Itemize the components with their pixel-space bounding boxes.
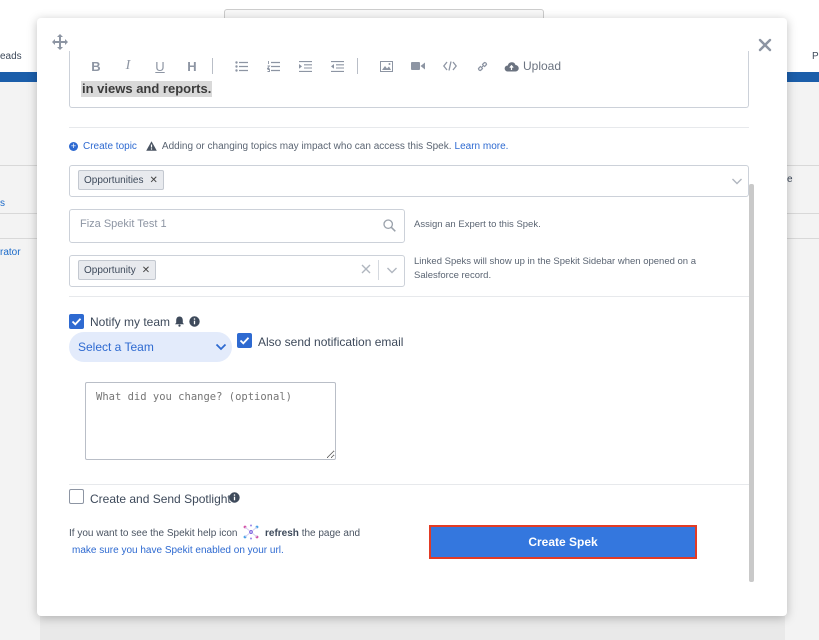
heading-button[interactable]: H: [176, 56, 208, 76]
link-icon[interactable]: [466, 56, 498, 76]
editor-toolbar: B I U H Upload: [80, 56, 561, 76]
toolbar-divider: [357, 58, 358, 74]
team-select-placeholder: Select a Team: [78, 340, 154, 354]
list-link[interactable]: rator: [0, 247, 21, 258]
nav-item-leads[interactable]: eads: [0, 51, 22, 62]
numbered-list-icon[interactable]: [257, 56, 289, 76]
chevron-down-icon: [215, 343, 227, 351]
send-email-label: Also send notification email: [258, 335, 404, 349]
code-icon[interactable]: [434, 56, 466, 76]
help-line1-post: the page and: [301, 528, 361, 539]
editor-visible-text: in views and reports.: [81, 81, 213, 97]
spek-editor-modal: B I U H Upload in views and reports. + C…: [37, 18, 787, 616]
row-divider: [0, 213, 40, 214]
upload-label: Upload: [523, 59, 562, 73]
video-icon[interactable]: [402, 56, 434, 76]
select-divider: [378, 260, 379, 280]
topic-select[interactable]: [69, 165, 749, 197]
notify-team-label: Notify my team: [90, 315, 171, 329]
spotlight-label: Create and Send Spotlight: [90, 492, 231, 506]
linked-hint: Linked Speks will show up in the Spekit …: [414, 255, 696, 283]
section-divider: [69, 484, 749, 485]
modal-scrollbar[interactable]: [749, 184, 754, 582]
image-icon[interactable]: [370, 56, 402, 76]
topic-chip-label: Opportunities: [84, 174, 144, 186]
learn-more-link[interactable]: Learn more.: [455, 141, 509, 152]
remove-linked-object-icon[interactable]: ✕: [142, 265, 150, 276]
italic-button[interactable]: I: [112, 56, 144, 76]
row-divider: [786, 165, 819, 166]
change-note-textarea[interactable]: [85, 382, 336, 460]
linked-hint-line-1: Linked Speks will show up in the Spekit …: [414, 256, 697, 267]
cloud-upload-icon: [504, 61, 519, 71]
plus-circle-icon: +: [69, 140, 78, 151]
remove-topic-icon[interactable]: ✕: [149, 175, 157, 186]
row-divider: [786, 213, 819, 214]
chevron-down-icon[interactable]: [731, 175, 743, 187]
bell-icon: [175, 316, 184, 327]
spotlight-checkbox[interactable]: [69, 489, 84, 504]
row-divider: [0, 238, 40, 239]
notify-team-checkbox[interactable]: [69, 314, 84, 329]
warning-icon: [146, 141, 157, 151]
row-divider: [786, 238, 819, 239]
bullet-list-icon[interactable]: [225, 56, 257, 76]
create-topic-link[interactable]: + Create topic: [69, 141, 137, 152]
toolbar-divider: [212, 58, 213, 74]
section-divider: [69, 127, 749, 128]
expert-input-value: Fiza Spekit Test 1: [80, 218, 167, 230]
outdent-icon[interactable]: [321, 56, 353, 76]
help-text: If you want to see the Spekit help icon …: [69, 524, 360, 559]
spekit-logo-icon: [243, 524, 259, 540]
linked-object-chip-label: Opportunity: [84, 264, 136, 276]
topic-warning-text: Adding or changing topics may impact who…: [161, 140, 452, 152]
topic-chip: Opportunities ✕: [78, 170, 164, 190]
send-email-checkbox[interactable]: [237, 333, 252, 348]
column-header: e: [787, 174, 793, 185]
indent-icon[interactable]: [289, 56, 321, 76]
linked-hint-line-2: Salesforce record.: [414, 270, 492, 281]
search-icon: [383, 219, 396, 232]
create-spek-button[interactable]: Create Spek: [429, 525, 697, 559]
nav-item-right[interactable]: P: [812, 51, 819, 62]
help-enable-link[interactable]: make sure you have Spekit enabled on you…: [69, 542, 360, 559]
upload-button[interactable]: Upload: [498, 56, 561, 76]
list-link[interactable]: s: [0, 198, 5, 209]
linked-object-chip: Opportunity ✕: [78, 260, 157, 280]
checkmark-icon: [239, 337, 250, 345]
bold-button[interactable]: B: [80, 56, 112, 76]
chevron-down-icon[interactable]: [386, 264, 398, 276]
help-refresh-word: refresh: [265, 528, 299, 539]
help-line1-pre: If you want to see the Spekit help icon: [69, 528, 238, 539]
create-topic-label: Create topic: [83, 140, 137, 152]
info-icon[interactable]: [189, 316, 200, 327]
expert-hint: Assign an Expert to this Spek.: [414, 219, 541, 230]
checkmark-icon: [71, 318, 82, 326]
section-divider: [69, 296, 749, 297]
clear-icon[interactable]: [361, 264, 371, 274]
move-icon[interactable]: [52, 34, 68, 50]
team-select[interactable]: Select a Team: [69, 332, 232, 362]
info-icon[interactable]: [229, 492, 240, 503]
close-icon[interactable]: [757, 37, 773, 53]
underline-button[interactable]: U: [144, 56, 176, 76]
row-divider: [0, 165, 40, 166]
topic-row: + Create topic Adding or changing topics…: [69, 139, 508, 153]
